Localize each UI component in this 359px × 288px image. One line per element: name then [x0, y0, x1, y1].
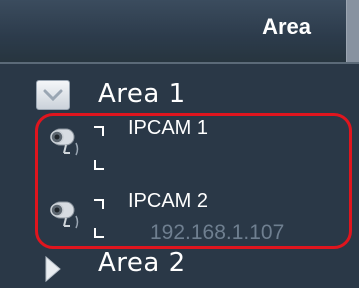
tree-connector-icon [94, 126, 104, 136]
tree-connector-icon [94, 228, 104, 238]
chevron-right-icon[interactable] [40, 254, 66, 284]
ipcam-2-ip-address: 192.168.1.107 [150, 221, 285, 244]
tree-connector-icon [94, 160, 104, 170]
area-2-label: Area 2 [98, 248, 186, 278]
panel-title: Area [262, 14, 311, 39]
ipcam-2-label: IPCAM 2 [128, 190, 209, 212]
header-resize-handle[interactable] [346, 0, 359, 62]
area-1-label: Area 1 [98, 79, 186, 109]
ipcam-1-label: IPCAM 1 [128, 117, 209, 139]
area-tree: Area 1 IPCAM 1 IPCAM 2 192.168.1.107 Are… [0, 66, 359, 283]
security-camera-icon [48, 119, 94, 169]
panel-header: Area [0, 0, 359, 64]
chevron-down-icon[interactable] [36, 80, 70, 110]
tree-area-1[interactable]: Area 1 [0, 76, 359, 116]
security-camera-icon [48, 192, 94, 242]
tree-area-2[interactable]: Area 2 [0, 248, 359, 288]
tree-connector-icon [94, 199, 104, 209]
